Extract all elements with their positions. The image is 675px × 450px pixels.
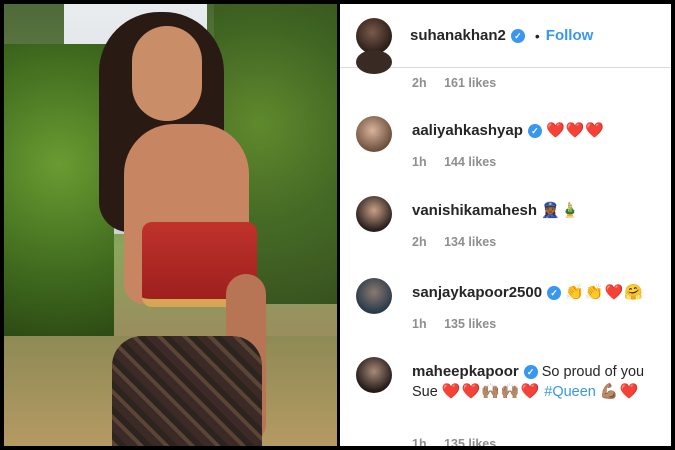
avatar[interactable] — [356, 116, 392, 152]
comment-emoji-secondary: 💪🏽❤️ — [599, 383, 640, 400]
post-photo[interactable] — [4, 4, 337, 446]
comment-time: 1h — [412, 317, 427, 331]
comment-body: vanishikamahesh 👮🏾‍♀️🎍 — [412, 201, 657, 221]
comment-time: 1h — [412, 437, 427, 446]
photo-foliage-left — [4, 44, 114, 344]
verified-badge-icon: ✓ — [527, 124, 542, 139]
comment-username[interactable]: aaliyahkashyap — [412, 122, 523, 139]
avatar[interactable] — [356, 357, 392, 393]
comment-time: 2h — [412, 235, 427, 249]
comment-meta: 2h 134 likes — [412, 235, 496, 249]
avatar[interactable] — [356, 196, 392, 232]
follow-button[interactable]: Follow — [546, 27, 594, 44]
comment-meta: 1h 135 likes — [412, 317, 496, 331]
photo-figure-skirt — [112, 336, 262, 446]
post-username[interactable]: suhanakhan2 — [410, 27, 506, 44]
avatar[interactable] — [356, 50, 392, 74]
comment-body: aaliyahkashyap ✓ ❤️❤️❤️ — [412, 121, 657, 141]
verified-badge-icon: ✓ — [510, 28, 525, 43]
comment-body: maheepkapoor ✓ So proud of you Sue ❤️❤️🙌🏽… — [412, 362, 657, 402]
verified-badge-icon: ✓ — [547, 286, 562, 301]
photo-figure-face — [132, 26, 202, 121]
comment-emoji: 👮🏾‍♀️🎍 — [541, 202, 581, 219]
comment-username[interactable]: vanishikamahesh — [412, 202, 537, 219]
comment-likes[interactable]: 161 likes — [444, 76, 496, 90]
comment-username[interactable]: sanjaykapoor2500 — [412, 284, 542, 301]
comment-meta: 1h 135 likes — [412, 437, 496, 446]
comments-panel: suhanakhan2 ✓ • Follow 2h 161 likes aali… — [340, 4, 671, 446]
comment-meta: 1h 144 likes — [412, 155, 496, 169]
avatar[interactable] — [356, 278, 392, 314]
comment-emoji: ❤️❤️❤️ — [545, 122, 605, 139]
comment-likes[interactable]: 135 likes — [444, 317, 496, 331]
comment-body: sanjaykapoor2500 ✓ 👏👏❤️🤗 — [412, 283, 657, 303]
separator-dot: • — [534, 27, 540, 44]
comment-likes[interactable]: 135 likes — [444, 437, 496, 446]
comment-emoji: 👏👏❤️🤗 — [565, 284, 644, 301]
comment-time: 1h — [412, 155, 427, 169]
comment-time: 2h — [412, 76, 427, 90]
comment-username[interactable]: maheepkapoor — [412, 363, 519, 380]
comment-meta: 2h 161 likes — [412, 76, 496, 90]
comment-emoji: ❤️❤️🙌🏽🙌🏽❤️ — [441, 383, 541, 400]
hashtag-link[interactable]: #Queen — [544, 384, 596, 400]
verified-badge-icon: ✓ — [523, 365, 538, 380]
comment-likes[interactable]: 134 likes — [444, 235, 496, 249]
comment-likes[interactable]: 144 likes — [444, 155, 496, 169]
avatar[interactable] — [356, 17, 392, 54]
